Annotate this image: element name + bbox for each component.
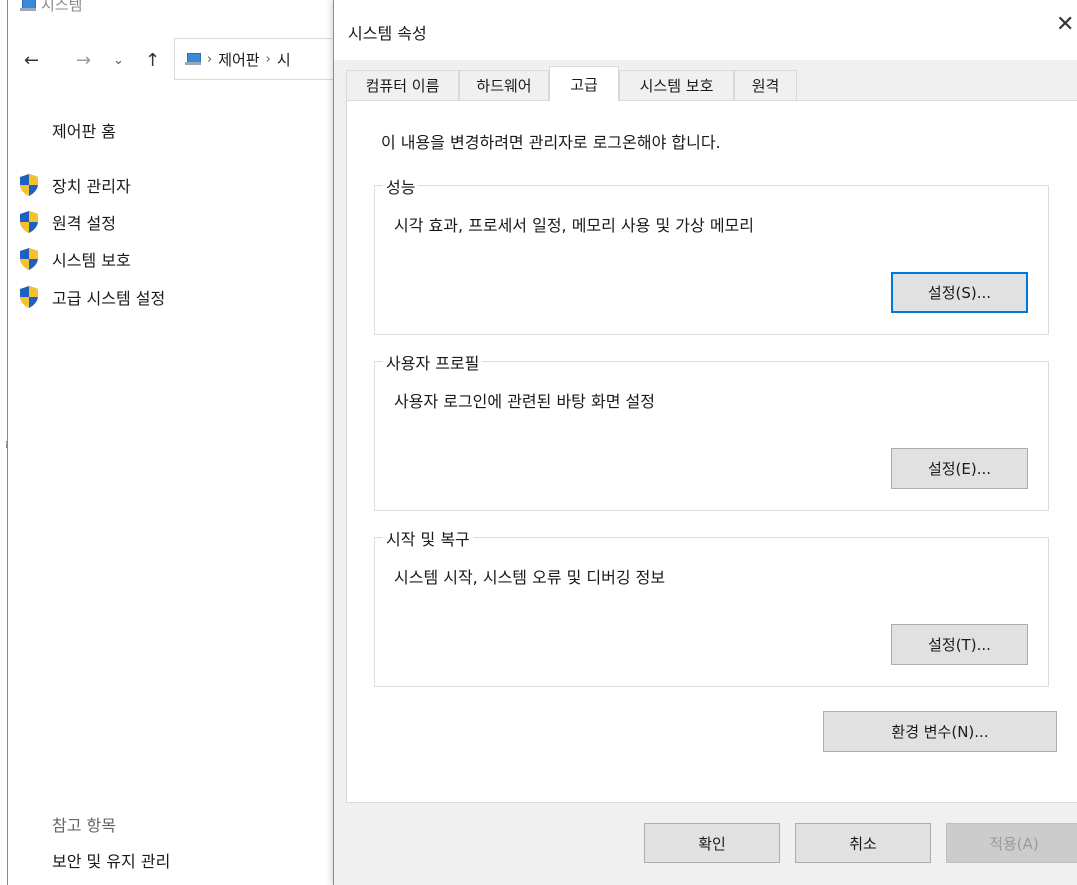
window-title: 시스템 (20, 0, 82, 15)
sidebar-item-remote-settings[interactable]: 원격 설정 (18, 210, 116, 234)
sidebar-item-system-protection[interactable]: 시스템 보호 (18, 247, 131, 271)
tab-remote[interactable]: 원격 (734, 70, 797, 100)
environment-variables-button[interactable]: 환경 변수(N)... (823, 711, 1057, 752)
group-description: 시각 효과, 프로세서 일정, 메모리 사용 및 가상 메모리 (394, 216, 754, 235)
chevron-right-icon: › (207, 51, 213, 67)
dialog-titlebar[interactable]: 시스템 속성 ✕ (334, 0, 1077, 60)
shield-icon (20, 211, 38, 233)
forward-button[interactable]: → (76, 50, 91, 71)
see-also-heading: 참고 항목 (52, 816, 116, 835)
group-legend: 시작 및 복구 (383, 526, 473, 550)
group-description: 사용자 로그인에 관련된 바탕 화면 설정 (394, 392, 655, 411)
profile-settings-button[interactable]: 설정(E)... (891, 448, 1028, 489)
back-button[interactable]: ← (24, 50, 39, 71)
tab-system-protection[interactable]: 시스템 보호 (619, 70, 734, 100)
advanced-tab-panel: 이 내용을 변경하려면 관리자로 로그온해야 합니다. 성능 시각 효과, 프로… (346, 100, 1077, 803)
shield-icon (20, 174, 38, 196)
user-profile-group: 사용자 프로필 사용자 로그인에 관련된 바탕 화면 설정 설정(E)... (374, 350, 1049, 511)
startup-recovery-group: 시작 및 복구 시스템 시작, 시스템 오류 및 디버깅 정보 설정(T)... (374, 526, 1049, 687)
address-bar[interactable]: › 제어판 › 시 (174, 38, 344, 80)
sidebar-item-label: 장치 관리자 (52, 177, 131, 196)
close-icon[interactable]: ✕ (1056, 14, 1074, 36)
group-legend: 사용자 프로필 (383, 350, 483, 374)
control-panel-home-link[interactable]: 제어판 홈 (52, 118, 116, 142)
sidebar-item-label: 시스템 보호 (52, 251, 131, 270)
computer-icon (20, 0, 36, 11)
apply-button[interactable]: 적용(A) (946, 823, 1077, 863)
performance-group: 성능 시각 효과, 프로세서 일정, 메모리 사용 및 가상 메모리 설정(S)… (374, 174, 1049, 335)
group-legend: 성능 (383, 174, 419, 198)
tab-computer-name[interactable]: 컴퓨터 이름 (346, 70, 459, 100)
sidebar-item-label: 고급 시스템 설정 (52, 289, 166, 308)
tab-advanced[interactable]: 고급 (549, 66, 619, 101)
chevron-right-icon: › (265, 51, 271, 67)
recent-locations-button[interactable]: ⌄ (113, 53, 124, 68)
admin-note: 이 내용을 변경하려면 관리자로 로그온해야 합니다. (381, 133, 721, 152)
window-title-text: 시스템 (41, 0, 83, 14)
group-description: 시스템 시작, 시스템 오류 및 디버깅 정보 (394, 568, 666, 587)
dialog-title: 시스템 속성 (348, 24, 427, 43)
breadcrumb-system[interactable]: 시 (277, 49, 291, 70)
shield-icon (20, 286, 38, 308)
sidebar-item-device-manager[interactable]: 장치 관리자 (18, 173, 131, 197)
shield-icon (20, 248, 38, 270)
security-maintenance-link[interactable]: 보안 및 유지 관리 (52, 848, 170, 872)
ok-button[interactable]: 확인 (644, 823, 780, 863)
pane-splitter[interactable]: ⁞ (5, 440, 8, 451)
startup-settings-button[interactable]: 설정(T)... (891, 624, 1028, 665)
system-properties-dialog: 시스템 속성 ✕ 컴퓨터 이름 하드웨어 고급 시스템 보호 원격 이 내용을 … (333, 0, 1077, 885)
breadcrumb-control-panel[interactable]: 제어판 (218, 49, 259, 70)
tab-hardware[interactable]: 하드웨어 (459, 70, 549, 100)
performance-settings-button[interactable]: 설정(S)... (891, 272, 1028, 313)
sidebar-item-label: 원격 설정 (52, 214, 116, 233)
sidebar-item-advanced-settings[interactable]: 고급 시스템 설정 (18, 285, 165, 309)
cancel-button[interactable]: 취소 (795, 823, 931, 863)
up-button[interactable]: ↑ (145, 50, 160, 71)
computer-icon (185, 53, 201, 65)
